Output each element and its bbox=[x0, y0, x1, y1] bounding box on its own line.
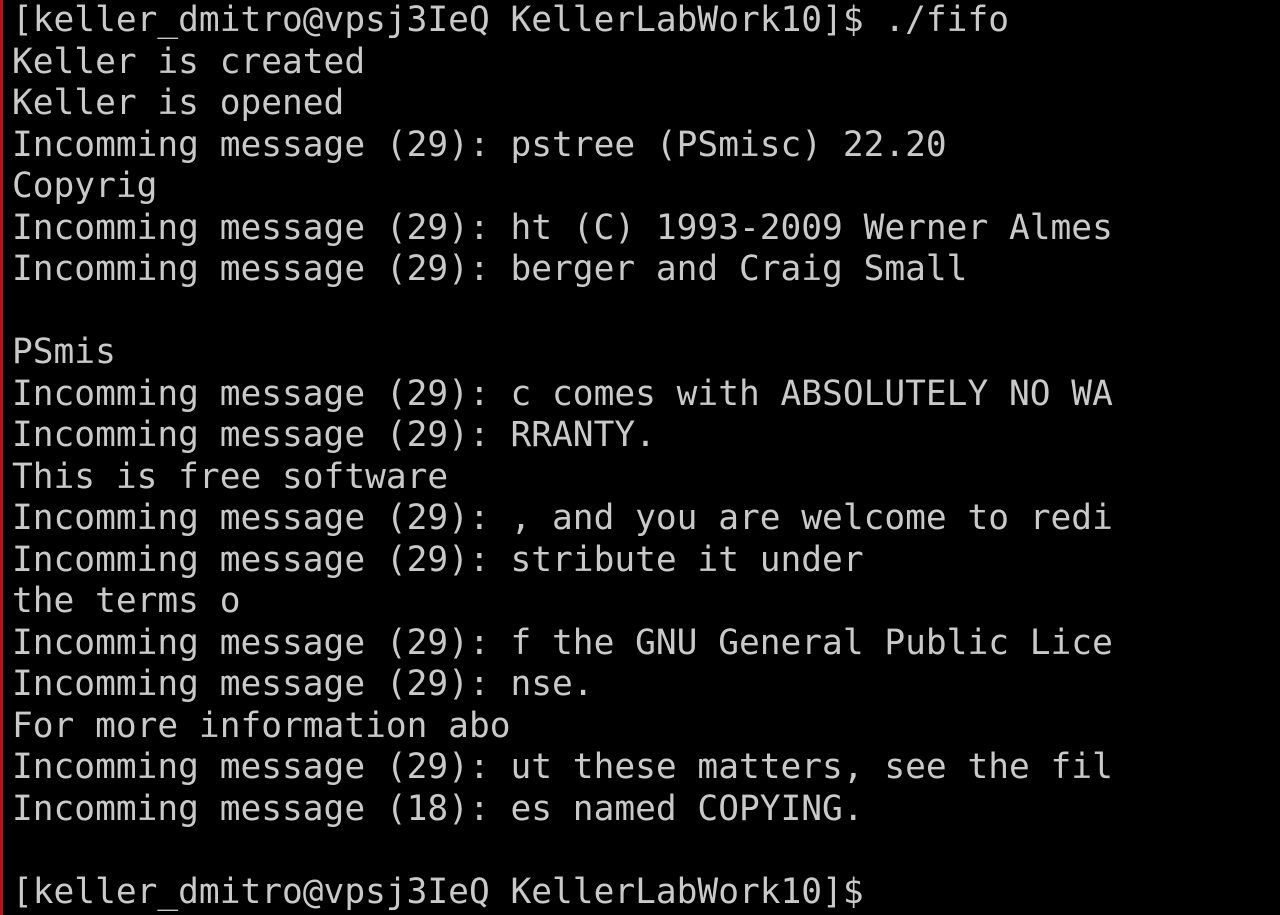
terminal-line: Keller is created bbox=[12, 41, 366, 82]
terminal-line: Incomming message (29): nse. bbox=[12, 664, 594, 704]
terminal-line: Incomming message (29): f the GNU Genera… bbox=[12, 622, 1113, 663]
terminal-line: the terms o bbox=[12, 581, 241, 621]
terminal-line: Incomming message (29): stribute it unde… bbox=[12, 539, 864, 580]
terminal-line: Copyrig bbox=[12, 166, 158, 206]
terminal-line-command: [keller_dmitro@vpsj3IeQ KellerLabWork10]… bbox=[12, 0, 1009, 40]
terminal-line: Incomming message (29): berger and Craig… bbox=[12, 249, 968, 289]
terminal-line: This is free software bbox=[12, 456, 449, 497]
terminal-line-prompt[interactable]: [keller_dmitro@vpsj3IeQ KellerLabWork10]… bbox=[12, 872, 1280, 914]
terminal-line: Incomming message (29): c comes with ABS… bbox=[12, 373, 1113, 414]
terminal-line: Incomming message (29): pstree (PSmisc) … bbox=[12, 124, 947, 165]
terminal-line: Keller is opened bbox=[12, 83, 345, 123]
text-cursor bbox=[864, 874, 882, 908]
window-edge bbox=[0, 0, 3, 915]
terminal-line: Incomming message (29): ht (C) 1993-2009… bbox=[12, 207, 1113, 248]
terminal-line: Incomming message (29): , and you are we… bbox=[12, 498, 1113, 538]
terminal-window[interactable]: [keller_dmitro@vpsj3IeQ KellerLabWork10]… bbox=[0, 0, 1280, 915]
terminal-line: PSmis bbox=[12, 332, 116, 372]
terminal-line: Incomming message (29): RRANTY. bbox=[12, 415, 656, 455]
terminal-line: Incomming message (18): es named COPYING… bbox=[12, 788, 864, 829]
shell-prompt: [keller_dmitro@vpsj3IeQ KellerLabWork10]… bbox=[12, 871, 864, 912]
terminal-output[interactable]: [keller_dmitro@vpsj3IeQ KellerLabWork10]… bbox=[12, 0, 1280, 915]
terminal-line: Incomming message (29): ut these matters… bbox=[12, 747, 1113, 787]
terminal-line: For more information abo bbox=[12, 705, 511, 746]
